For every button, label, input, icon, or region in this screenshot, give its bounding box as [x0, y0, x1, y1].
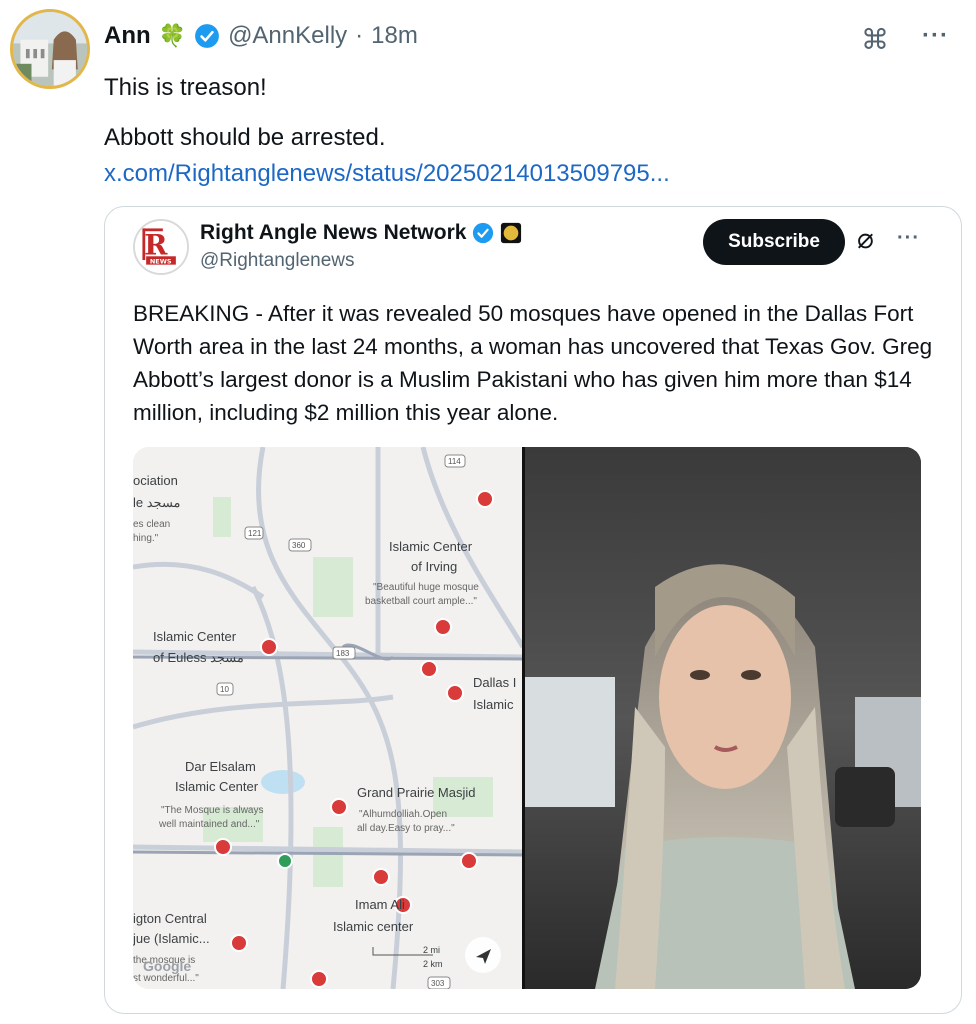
- map-label: le مسجد: [133, 495, 181, 510]
- avatar-photo: [13, 12, 87, 86]
- map-label: st wonderful...": [133, 973, 199, 984]
- map-image: 114 121 360 183 10 303 ociation le مسجد …: [133, 447, 523, 989]
- map-label: of Euless مسجد: [153, 650, 244, 665]
- map-pin: [420, 660, 438, 678]
- map-pin: [476, 490, 494, 508]
- svg-text:NEWS: NEWS: [150, 257, 172, 265]
- scale-km: 2 km: [423, 959, 443, 969]
- map-label: Imam Ali: [355, 897, 405, 912]
- quoted-tweet[interactable]: R NEWS Right Angle News Network @Rightan…: [104, 206, 962, 1014]
- tweet-text-line-2: Abbott should be arrested.: [104, 124, 386, 151]
- quote-verified-badge-icon: [472, 222, 494, 244]
- hw-303: 303: [431, 979, 445, 988]
- tweet-link[interactable]: x.com/Rightanglenews/status/202502140135…: [104, 160, 670, 188]
- map-label: well maintained and...": [158, 819, 260, 830]
- verified-badge-icon: [194, 23, 220, 49]
- avatar[interactable]: [10, 9, 90, 89]
- map-label: all day.Easy to pray...": [357, 823, 455, 834]
- map-label: ociation: [133, 473, 178, 488]
- map-label: Islamic center: [333, 919, 414, 934]
- map-label: es clean: [133, 519, 170, 530]
- tweet: Ann 🍀 @AnnKelly · 18m ⌘ ··· This is trea…: [0, 0, 976, 1024]
- map-pin: [214, 838, 232, 856]
- quote-media[interactable]: 114 121 360 183 10 303 ociation le مسجد …: [133, 447, 921, 989]
- map-pin: [434, 618, 452, 636]
- quote-body-text: BREAKING - After it was revealed 50 mosq…: [133, 301, 933, 425]
- map-pin: [230, 934, 248, 952]
- map-label: Grand Prairie Masjid: [357, 785, 476, 800]
- hw-121: 121: [248, 529, 262, 538]
- affiliate-badge-icon: [500, 222, 522, 244]
- video-thumbnail: [525, 447, 921, 989]
- map-pin: [260, 638, 278, 656]
- author-name[interactable]: Ann: [104, 22, 151, 50]
- timestamp[interactable]: 18m: [371, 22, 418, 50]
- grok-quote-icon[interactable]: ⌀: [857, 225, 874, 253]
- quote-avatar-logo[interactable]: R NEWS: [133, 219, 189, 275]
- map-label: hing.": [133, 533, 159, 544]
- scale-mi: 2 mi: [423, 945, 440, 955]
- author-handle[interactable]: @AnnKelly: [228, 22, 347, 50]
- hw-114: 114: [448, 457, 461, 466]
- quote-author-name[interactable]: Right Angle News Network: [200, 221, 466, 245]
- map-pin: [460, 852, 478, 870]
- map-pin: [372, 868, 390, 886]
- map-label: Dar Elsalam: [185, 759, 256, 774]
- map-label: Dallas I: [473, 675, 516, 690]
- hw-183: 183: [336, 649, 350, 658]
- quote-more-options-icon[interactable]: ···: [897, 227, 920, 250]
- hw-360: 360: [292, 541, 306, 550]
- map-label: "Alhumdolliah.Open: [359, 809, 447, 820]
- map-label: jue (Islamic...: [133, 931, 210, 946]
- google-logo: Google: [143, 958, 191, 974]
- quote-author-handle[interactable]: @Rightanglenews: [200, 250, 355, 272]
- map-label: Islamic Center: [389, 539, 473, 554]
- map-label: Islamic Center: [175, 779, 259, 794]
- more-options-icon[interactable]: ···: [922, 22, 949, 50]
- map-pin: [310, 970, 328, 988]
- map-label: Islamic Center: [153, 629, 237, 644]
- tweet-text-line-1: This is treason!: [104, 74, 267, 101]
- map-label: Islamic: [473, 697, 514, 712]
- map-label: "The Mosque is always: [161, 805, 263, 816]
- tweet-header: Ann 🍀 @AnnKelly · 18m: [104, 20, 418, 52]
- subscribe-button[interactable]: Subscribe: [703, 219, 845, 265]
- grok-icon[interactable]: ⌘: [861, 26, 889, 54]
- map-label: of Irving: [411, 559, 457, 574]
- hw-10: 10: [220, 685, 229, 694]
- map-label: "Beautiful huge mosque: [373, 582, 479, 593]
- map-label: igton Central: [133, 911, 207, 926]
- map-pin: [446, 684, 464, 702]
- separator-dot: ·: [355, 22, 364, 49]
- quote-author-name-row: Right Angle News Network: [200, 221, 522, 245]
- map-label: basketball court ample...": [365, 596, 477, 607]
- clover-emoji: 🍀: [158, 23, 187, 48]
- map-pin: [330, 798, 348, 816]
